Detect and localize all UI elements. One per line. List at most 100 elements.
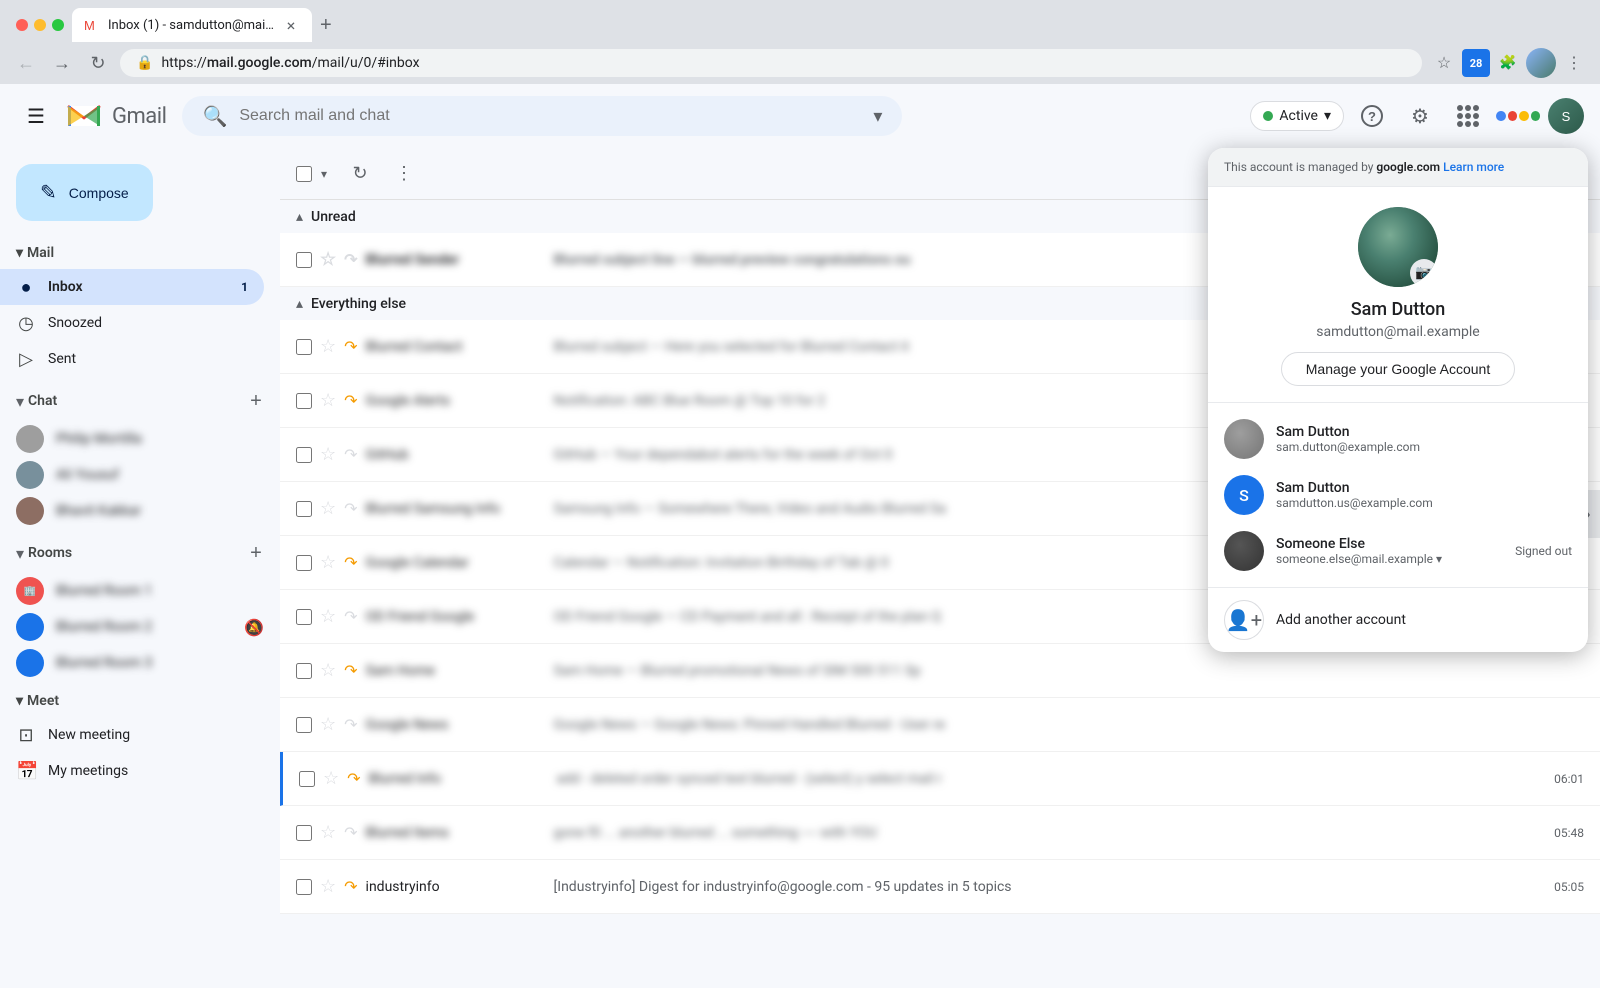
star-icon[interactable]: ☆ xyxy=(320,390,336,411)
email-checkbox[interactable] xyxy=(296,663,312,679)
email-checkbox[interactable] xyxy=(296,825,312,841)
chat-collapse-icon[interactable]: ▾ xyxy=(16,392,24,411)
chat-avatar-0 xyxy=(16,425,44,453)
star-icon[interactable]: ☆ xyxy=(320,876,336,897)
email-checkbox[interactable] xyxy=(296,555,312,571)
email-row[interactable]: ☆ ↷ Google News Google News — Google New… xyxy=(280,698,1600,752)
star-icon[interactable]: ☆ xyxy=(320,660,336,681)
tab-close-button[interactable]: × xyxy=(282,16,300,34)
compose-button[interactable]: ✎ Compose xyxy=(16,164,153,221)
sidebar-item-new-meeting[interactable]: ⊡ New meeting xyxy=(0,717,264,753)
google-apps-button[interactable] xyxy=(1448,96,1488,136)
star-icon[interactable]: ☆ xyxy=(320,606,336,627)
star-icon[interactable]: ☆ xyxy=(320,444,336,465)
email-row[interactable]: ☆ ↷ industryinfo [Industryinfo] Digest f… xyxy=(280,860,1600,914)
sidebar-item-inbox[interactable]: ● Inbox 1 xyxy=(0,269,264,305)
email-checkbox[interactable] xyxy=(296,879,312,895)
more-toolbar-button[interactable]: ⋮ xyxy=(386,156,422,192)
sidebar-chat-item-2[interactable]: Bhavit Kakkar xyxy=(0,493,264,529)
dropdown-accounts: Sam Dutton sam.dutton@example.com S Sam … xyxy=(1208,403,1588,587)
star-icon[interactable]: ☆ xyxy=(320,249,336,270)
email-sender: Blurred Samsung Info xyxy=(366,501,546,517)
waffle-icon xyxy=(1457,105,1479,127)
refresh-button[interactable]: ↻ xyxy=(342,156,378,192)
email-checkbox[interactable] xyxy=(296,339,312,355)
add-room-button[interactable]: + xyxy=(240,537,272,569)
sidebar-item-snoozed[interactable]: ◷ Snoozed xyxy=(0,305,264,341)
star-icon[interactable]: ☆ xyxy=(320,552,336,573)
sidebar-item-my-meetings[interactable]: 📅 My meetings xyxy=(0,753,264,789)
add-chat-button[interactable]: + xyxy=(240,385,272,417)
add-account-button[interactable]: 👤+ Add another account xyxy=(1208,587,1588,652)
back-button[interactable]: ← xyxy=(12,49,40,77)
chat-section-header: ▾ Chat + xyxy=(0,381,280,421)
email-checkbox[interactable] xyxy=(296,717,312,733)
sidebar-chat-item-1[interactable]: Ali Yousuf xyxy=(0,457,264,493)
email-sender: Sam Home xyxy=(366,663,546,679)
gmail-header: ☰ Gmail 🔍 ▾ Active xyxy=(0,84,1600,148)
help-button[interactable]: ? xyxy=(1352,96,1392,136)
signed-out-label: Signed out xyxy=(1515,544,1572,558)
close-traffic-light[interactable] xyxy=(16,19,28,31)
sidebar-item-sent[interactable]: ▷ Sent xyxy=(0,341,264,377)
account-info-2: Someone Else someone.else@mail.example ▾ xyxy=(1276,536,1503,566)
browser-tab-active[interactable]: M Inbox (1) - samdutton@mail.example - G… xyxy=(72,8,312,42)
email-checkbox[interactable] xyxy=(296,252,312,268)
email-row[interactable]: ☆ ↷ Sam Home Sam Home — Blurred promotio… xyxy=(280,644,1600,698)
forward-button[interactable]: → xyxy=(48,49,76,77)
maximize-traffic-light[interactable] xyxy=(52,19,64,31)
profile-email: samdutton@mail.example xyxy=(1316,324,1479,340)
profile-camera-button[interactable]: 📷 xyxy=(1410,259,1438,287)
select-dropdown-button[interactable]: ▾ xyxy=(314,156,334,192)
status-button[interactable]: Active ▾ xyxy=(1250,101,1344,131)
chat-name-0: Philip Mortilla xyxy=(56,431,248,447)
email-checkbox[interactable] xyxy=(296,447,312,463)
browser-menu-button[interactable]: ⋮ xyxy=(1560,49,1588,77)
star-icon[interactable]: ☆ xyxy=(320,714,336,735)
star-icon[interactable]: ☆ xyxy=(323,768,339,789)
email-checkbox[interactable] xyxy=(296,393,312,409)
learn-more-link[interactable]: Learn more xyxy=(1443,160,1504,174)
email-row[interactable]: ☆ ↷ Blurred Items gone f0 ... another bl… xyxy=(280,806,1600,860)
email-checkbox[interactable] xyxy=(296,501,312,517)
manage-account-button[interactable]: Manage your Google Account xyxy=(1281,352,1515,386)
calendar-ext-icon[interactable]: 28 xyxy=(1462,49,1490,77)
minimize-traffic-light[interactable] xyxy=(34,19,46,31)
everything-else-collapse-button[interactable]: ▴ xyxy=(296,295,303,312)
email-sender: Blurred Contact xyxy=(366,339,546,355)
sidebar-room-item-1[interactable]: Blurred Room 2 🔕 xyxy=(0,609,264,645)
account-name-2: Someone Else xyxy=(1276,536,1503,552)
profile-avatar-browser[interactable] xyxy=(1526,48,1556,78)
unread-collapse-button[interactable]: ▴ xyxy=(296,208,303,225)
hamburger-menu-button[interactable]: ☰ xyxy=(16,96,56,136)
star-icon[interactable]: ☆ xyxy=(320,336,336,357)
email-row[interactable]: ☆ ↷ Blurred Info add - deleted order syn… xyxy=(280,752,1600,806)
account-avatar-button[interactable]: S xyxy=(1548,98,1584,134)
meet-section-header[interactable]: ▾ Meet xyxy=(0,685,280,717)
sidebar-chat-item-0[interactable]: Philip Mortilla xyxy=(0,421,264,457)
account-item-0[interactable]: Sam Dutton sam.dutton@example.com xyxy=(1208,411,1588,467)
new-tab-button[interactable]: + xyxy=(312,10,340,41)
forward-icon: ↷ xyxy=(344,337,357,356)
puzzle-ext-icon[interactable]: 🧩 xyxy=(1494,49,1522,77)
email-checkbox[interactable] xyxy=(299,771,315,787)
everything-else-collapse-icon: ▴ xyxy=(296,295,303,312)
mail-section-header[interactable]: ▾ Mail xyxy=(0,237,280,269)
bookmark-button[interactable]: ☆ xyxy=(1430,49,1458,77)
email-sender: GitHub xyxy=(366,447,546,463)
select-all-checkbox[interactable] xyxy=(296,166,312,182)
search-dropdown-button[interactable]: ▾ xyxy=(873,106,882,127)
sidebar-room-item-2[interactable]: Blurred Room 3 xyxy=(0,645,264,681)
gmail-m-logo xyxy=(64,102,104,130)
settings-button[interactable]: ⚙ xyxy=(1400,96,1440,136)
star-icon[interactable]: ☆ xyxy=(320,498,336,519)
email-checkbox[interactable] xyxy=(296,609,312,625)
address-bar[interactable]: 🔒 https://mail.google.com/mail/u/0/#inbo… xyxy=(120,49,1422,77)
search-input[interactable] xyxy=(239,107,861,125)
rooms-collapse-icon[interactable]: ▾ xyxy=(16,544,24,563)
star-icon[interactable]: ☆ xyxy=(320,822,336,843)
sidebar-room-item-0[interactable]: 🏢 Blurred Room 1 xyxy=(0,573,264,609)
reload-button[interactable]: ↻ xyxy=(84,49,112,77)
account-item-2[interactable]: Someone Else someone.else@mail.example ▾… xyxy=(1208,523,1588,579)
account-item-1[interactable]: S Sam Dutton samdutton.us@example.com xyxy=(1208,467,1588,523)
